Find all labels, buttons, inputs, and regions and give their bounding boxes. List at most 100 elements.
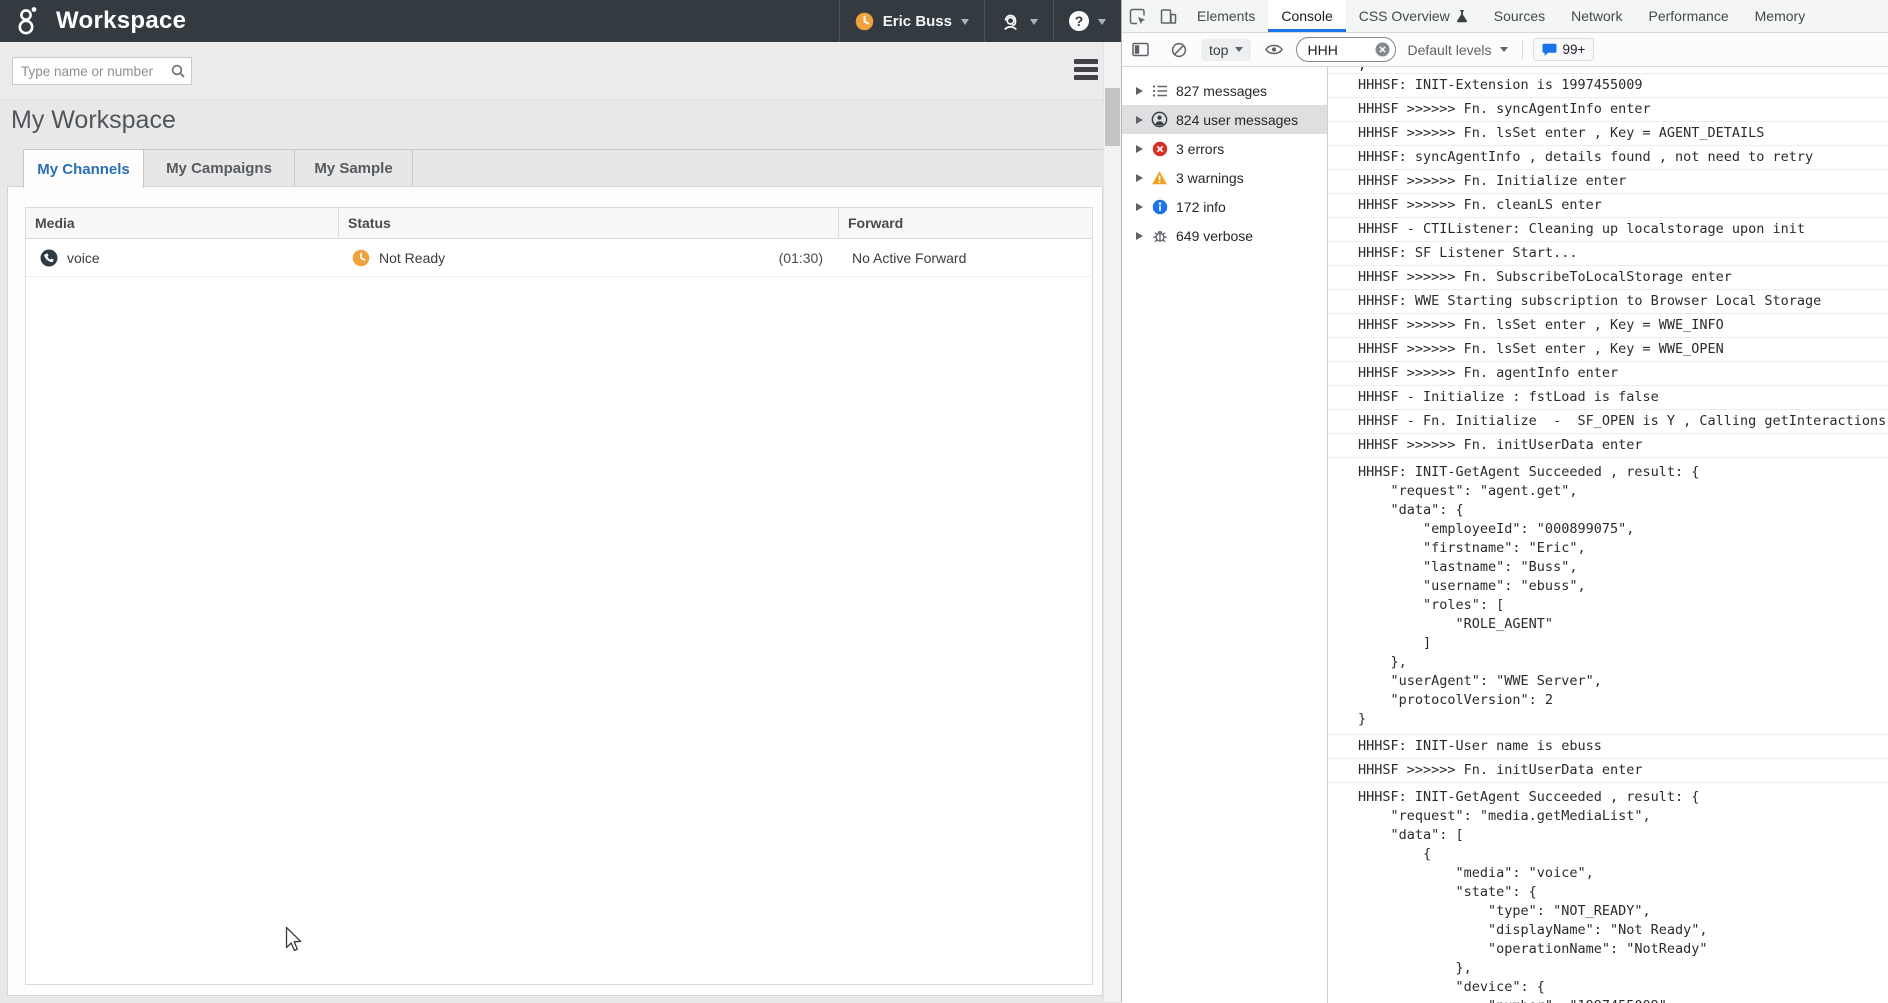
devtools-tab-css-overview[interactable]: CSS Overview [1346, 0, 1481, 32]
console-message-text: HHHSF >>>>>> Fn. lsSet enter , Key = AGE… [1358, 125, 1764, 141]
console-message-text: HHHSF: INIT-Extension is 1997455009 [1358, 77, 1642, 93]
disclosure-triangle-icon[interactable] [1136, 116, 1143, 124]
console-filter-172-info[interactable]: 172 info [1122, 192, 1327, 221]
disclosure-triangle-icon[interactable] [1136, 145, 1143, 153]
console-message: HHHSF: INIT-User name is ebuss [1328, 735, 1888, 759]
sidebar-item-label: 824 user messages [1176, 112, 1298, 128]
page-scrollbar[interactable] [1103, 42, 1121, 1002]
disclosure-triangle-icon[interactable] [1136, 174, 1143, 182]
devtools-tab-label: Memory [1755, 8, 1806, 24]
help-menu[interactable]: ? [1053, 0, 1121, 42]
console-sidebar-toggle-icon[interactable] [1125, 42, 1156, 57]
devtools-tab-label: Network [1571, 8, 1622, 24]
console-message-object[interactable]: HHHSF: INIT-GetAgent Succeeded , result:… [1328, 783, 1888, 1003]
log-levels-dropdown[interactable]: Default levels [1403, 42, 1511, 58]
console-message-text: HHHSF >>>>>> Fn. initUserData enter [1358, 762, 1642, 778]
console-message: HHHSF >>>>>> Fn. syncAgentInfo enter [1328, 98, 1888, 122]
disclosure-triangle-icon[interactable] [1136, 232, 1143, 240]
devtools-tab-memory[interactable]: Memory [1742, 0, 1819, 32]
console-message-text: HHHSF >>>>>> Fn. agentInfo enter [1358, 365, 1618, 381]
console-filter-824-user-messages[interactable]: 824 user messages [1122, 105, 1327, 134]
status-timer: (01:30) [779, 250, 823, 266]
console-object-text: HHHSF: INIT-GetAgent Succeeded , result:… [1358, 788, 1884, 1003]
console-message-text: HHHSF >>>>>> Fn. cleanLS enter [1358, 197, 1602, 213]
tab-my-sample[interactable]: My Sample [295, 150, 413, 186]
genesys-logo-icon [13, 5, 43, 37]
user-icon [1151, 111, 1168, 128]
channel-headset-menu[interactable] [984, 0, 1053, 42]
console-message: HHHSF >>>>>> Fn. lsSet enter , Key = WWE… [1328, 338, 1888, 362]
console-filter-827-messages[interactable]: 827 messages [1122, 76, 1327, 105]
warning-icon [1151, 170, 1168, 186]
tab-my-campaigns[interactable]: My Campaigns [144, 150, 295, 186]
console-message: HHHSF: syncAgentInfo , details found , n… [1328, 146, 1888, 170]
filter-input[interactable] [1307, 42, 1367, 58]
console-message-text: HHHSF: WWE Starting subscription to Brow… [1358, 293, 1821, 309]
sidebar-item-label: 172 info [1176, 199, 1226, 215]
tab-my-channels[interactable]: My Channels [23, 150, 144, 188]
chevron-down-icon [961, 19, 969, 29]
channel-row-voice[interactable]: voiceNot Ready(01:30)No Active Forward [26, 239, 1092, 277]
sidebar-item-label: 827 messages [1176, 83, 1267, 99]
devtools-tab-label: Sources [1494, 8, 1545, 24]
voice-media-icon [40, 249, 58, 267]
javascript-context-selector[interactable]: top [1201, 39, 1251, 61]
app-title: Workspace [56, 7, 186, 35]
agent-name: Eric Buss [883, 13, 952, 30]
console-message-text: , [1358, 67, 1884, 74]
console-filter-3-warnings[interactable]: 3 warnings [1122, 163, 1327, 192]
console-message: HHHSF >>>>>> Fn. initUserData enter [1328, 759, 1888, 783]
console-message: HHHSF: WWE Starting subscription to Brow… [1328, 290, 1888, 314]
clear-console-icon[interactable] [1163, 42, 1194, 58]
console-message-text: HHHSF >>>>>> Fn. initUserData enter [1358, 437, 1642, 453]
media-name: voice [67, 250, 100, 266]
sidebar-item-label: 3 errors [1176, 141, 1224, 157]
console-message: HHHSF >>>>>> Fn. agentInfo enter [1328, 362, 1888, 386]
devtools-tab-performance[interactable]: Performance [1635, 0, 1741, 32]
console-object-text: HHHSF: INIT-GetAgent Succeeded , result:… [1358, 463, 1884, 729]
chevron-down-icon [1098, 19, 1106, 29]
chevron-down-icon [1500, 47, 1508, 56]
disclosure-triangle-icon[interactable] [1136, 87, 1143, 95]
devtools-tab-elements[interactable]: Elements [1184, 0, 1268, 32]
sidebar-item-label: 3 warnings [1176, 170, 1244, 186]
list-icon [1151, 83, 1168, 99]
agent-status-menu[interactable]: Eric Buss [839, 0, 984, 42]
workspace-tabs: My ChannelsMy CampaignsMy Sample [24, 149, 1103, 186]
devtools-tab-network[interactable]: Network [1558, 0, 1635, 32]
workspace-toolbar [0, 42, 1103, 100]
console-message-object[interactable]: HHHSF: INIT-GetAgent Succeeded , result:… [1328, 458, 1888, 735]
clear-filter-icon[interactable] [1375, 42, 1390, 57]
menu-icon[interactable] [1074, 59, 1098, 83]
devtools-tab-label: Console [1281, 8, 1332, 24]
column-header-media[interactable]: Media [26, 208, 338, 238]
console-message: HHHSF >>>>>> Fn. initUserData enter [1328, 434, 1888, 458]
search-input[interactable] [13, 64, 171, 79]
devtools-tab-console[interactable]: Console [1268, 0, 1345, 32]
console-filter [1296, 37, 1396, 62]
console-message: HHHSF >>>>>> Fn. SubscribeToLocalStorage… [1328, 266, 1888, 290]
devtools-tabs: Elements Console CSS Overview Sources Networ… [1184, 0, 1818, 32]
inspect-element-icon[interactable] [1122, 0, 1153, 32]
devtools-tabbar: Elements Console CSS Overview Sources Networ… [1122, 0, 1888, 33]
search-icon [171, 64, 185, 78]
channels-table-body: voiceNot Ready(01:30)No Active Forward [26, 239, 1092, 277]
disclosure-triangle-icon[interactable] [1136, 203, 1143, 211]
console-filter-649-verbose[interactable]: 649 verbose [1122, 221, 1327, 250]
live-expression-eye-icon[interactable] [1258, 43, 1289, 56]
device-toolbar-icon[interactable] [1153, 0, 1184, 32]
console-sidebar: 827 messages 824 user messages 3 errors 3 w… [1122, 67, 1328, 1003]
console-filter-3-errors[interactable]: 3 errors [1122, 134, 1327, 163]
issues-counter[interactable]: 99+ [1533, 38, 1595, 61]
column-header-forward[interactable]: Forward [838, 208, 1092, 238]
help-icon: ? [1069, 11, 1089, 31]
column-header-status[interactable]: Status [338, 208, 838, 238]
console-message: HHHSF >>>>>> Fn. lsSet enter , Key = AGE… [1328, 122, 1888, 146]
workspace-app: Workspace Eric Buss [0, 0, 1121, 1002]
devtools-panel: Elements Console CSS Overview Sources Networ… [1121, 0, 1888, 1002]
console-body: 827 messages 824 user messages 3 errors 3 w… [1122, 67, 1888, 1003]
page-title: My Workspace [11, 106, 176, 135]
devtools-tab-sources[interactable]: Sources [1481, 0, 1558, 32]
scrollbar-thumb[interactable] [1105, 88, 1120, 146]
console-message: HHHSF >>>>>> Fn. lsSet enter , Key = WWE… [1328, 314, 1888, 338]
